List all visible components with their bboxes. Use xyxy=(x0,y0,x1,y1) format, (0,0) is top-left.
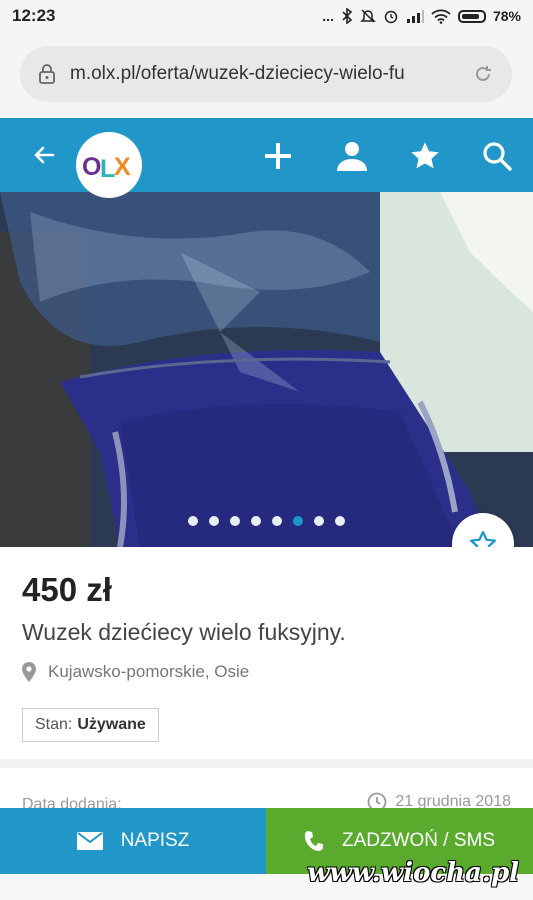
gallery-dot[interactable] xyxy=(209,516,219,526)
favorites-star-icon[interactable] xyxy=(409,140,441,172)
search-icon[interactable] xyxy=(481,140,513,172)
battery-icon xyxy=(457,9,486,23)
status-time: 12:23 xyxy=(12,6,56,25)
watermark: www.wiocha.pl xyxy=(307,858,519,888)
browser-toolbar: m.olx.pl/oferta/wuzek-dzieciecy-wielo-fu xyxy=(0,32,533,118)
bluetooth-icon xyxy=(342,8,353,24)
lock-icon xyxy=(39,64,55,84)
gallery-dot[interactable] xyxy=(230,516,240,526)
listing-title: Wuzek dziećiecy wielo fuksyjny. xyxy=(22,619,346,645)
reload-icon[interactable] xyxy=(472,63,494,85)
signal-icon xyxy=(406,10,424,23)
write-message-label: NAPISZ xyxy=(120,830,190,851)
phone-icon xyxy=(304,831,323,851)
url-text[interactable]: m.olx.pl/oferta/wuzek-dzieciecy-wielo-fu xyxy=(70,63,472,85)
address-bar[interactable]: m.olx.pl/oferta/wuzek-dzieciecy-wielo-fu xyxy=(20,46,512,102)
condition-value: Używane xyxy=(77,716,146,733)
condition-badge: Stan: Używane xyxy=(22,708,159,742)
location-text: Kujawsko-pomorskie, Osie xyxy=(48,662,250,681)
stroller-photo xyxy=(0,192,533,547)
listing-location[interactable]: Kujawsko-pomorskie, Osie xyxy=(22,662,249,682)
add-icon[interactable] xyxy=(262,140,294,172)
back-arrow-icon[interactable] xyxy=(32,143,56,167)
mute-icon xyxy=(360,9,376,23)
listing-price: 450 zł xyxy=(22,571,112,608)
olx-logo[interactable]: O L X xyxy=(76,132,142,198)
gallery-dot[interactable] xyxy=(272,516,282,526)
gallery-dot[interactable] xyxy=(188,516,198,526)
gallery-dots xyxy=(0,516,533,526)
condition-label: Stan: xyxy=(35,716,73,733)
gallery-dot[interactable] xyxy=(335,516,345,526)
gallery-dot[interactable] xyxy=(251,516,261,526)
status-icons: ... 78% xyxy=(322,8,521,24)
write-message-button[interactable]: NAPISZ xyxy=(0,808,266,874)
battery-percent: 78% xyxy=(492,8,521,24)
wifi-icon xyxy=(431,9,451,24)
olx-logo-mark: O L X xyxy=(82,153,132,182)
alarm-icon xyxy=(384,10,398,24)
gallery-dot[interactable] xyxy=(293,516,303,526)
gallery-dot[interactable] xyxy=(314,516,324,526)
status-bar: 12:23 ... 78% xyxy=(0,0,533,32)
location-pin-icon xyxy=(22,662,36,682)
more-dots: ... xyxy=(322,8,334,24)
account-icon[interactable] xyxy=(335,140,369,172)
svg-text:L: L xyxy=(100,155,115,182)
call-sms-label: ZADZWOŃ / SMS xyxy=(341,830,496,851)
svg-text:X: X xyxy=(114,153,131,181)
envelope-icon xyxy=(76,832,103,850)
svg-text:O: O xyxy=(82,153,101,181)
listing-card: 450 zł Wuzek dziećiecy wielo fuksyjny. K… xyxy=(0,547,533,759)
listing-photo[interactable] xyxy=(0,192,533,547)
